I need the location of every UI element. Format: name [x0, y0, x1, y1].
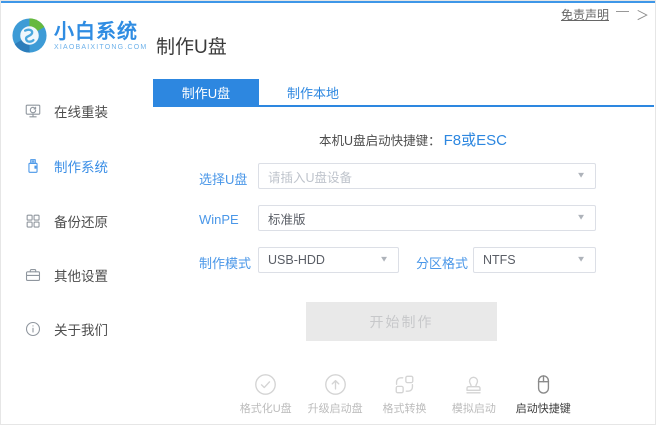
boot-hotkey-notice: 本机U盘启动快捷键： F8或ESC: [173, 128, 653, 150]
brand-name: 小白系统: [54, 20, 138, 43]
partition-select[interactable]: NTFS ▼: [473, 247, 596, 273]
action-simulate-boot[interactable]: 模拟启动: [439, 373, 508, 416]
stamp-icon: [466, 376, 482, 394]
action-label: 启动快捷键: [515, 403, 571, 415]
info-circle-icon: [25, 321, 41, 337]
chevron-down-icon: ▼: [576, 213, 586, 222]
usb-select-placeholder: 请插入U盘设备: [268, 170, 353, 185]
top-accent-bar: [1, 1, 655, 3]
sidebar-item-label: 备份还原: [54, 215, 108, 230]
boot-hotkey-label: 本机U盘启动快捷键：: [319, 133, 441, 148]
monitor-reinstall-icon: [25, 104, 41, 118]
action-format-usb[interactable]: 格式化U盘: [231, 373, 300, 416]
partition-select-value: NTFS: [483, 253, 516, 267]
start-make-button[interactable]: 开始制作: [306, 302, 497, 341]
mode-select-value: USB-HDD: [268, 253, 325, 267]
mouse-icon: [537, 375, 549, 394]
brand-domain: XIAOBAIXITONG.COM: [54, 43, 148, 51]
format-convert-icon: [395, 375, 414, 394]
chevron-down-icon: ▼: [379, 255, 389, 264]
page-title: 制作U盘: [156, 37, 227, 58]
winpe-select-value: 标准版: [268, 212, 306, 227]
action-upgrade-boot-disk[interactable]: 升级启动盘: [300, 373, 369, 416]
sidebar-item-make-system[interactable]: 制作系统: [24, 156, 108, 176]
collapse-chevron-button[interactable]: ＞: [636, 5, 649, 24]
swirl-globe-icon: [12, 18, 47, 53]
sidebar-item-other-settings[interactable]: 其他设置: [24, 265, 108, 285]
briefcase-icon: [25, 269, 41, 281]
check-circle-icon: [255, 374, 277, 395]
boot-hotkey-value: F8或ESC: [443, 131, 507, 149]
disclaimer-link[interactable]: 免责声明: [561, 6, 609, 23]
usb-select-label: 选择U盘: [199, 172, 248, 187]
sidebar-item-label: 关于我们: [54, 323, 108, 338]
winpe-select-label: WinPE: [199, 212, 239, 227]
sidebar-item-label: 在线重装: [54, 105, 108, 120]
tab-underline: [153, 105, 654, 107]
sidebar-item-label: 制作系统: [54, 160, 108, 175]
minimize-button[interactable]: —: [616, 3, 629, 18]
grid-squares-icon: [26, 214, 40, 228]
action-format-convert[interactable]: 格式转换: [370, 373, 439, 416]
arrow-up-circle-icon: [324, 374, 346, 395]
usb-drive-icon: [28, 159, 38, 173]
brand-text: 小白系统 XIAOBAIXITONG.COM: [54, 21, 147, 51]
action-label: 格式转换: [382, 403, 427, 415]
chevron-down-icon: ▼: [576, 255, 586, 264]
sidebar-item-about-us[interactable]: 关于我们: [24, 319, 108, 339]
app-window: 免责声明 — ＞ 小白系统 XIAOBAIXITONG.COM 制作U盘 在线重…: [0, 0, 656, 425]
action-boot-hotkey[interactable]: 启动快捷键: [509, 373, 578, 416]
mode-select[interactable]: USB-HDD ▼: [258, 247, 399, 273]
tab-make-usb[interactable]: 制作U盘: [153, 79, 259, 105]
action-label: 模拟启动: [451, 403, 496, 415]
brand-logo: 小白系统 XIAOBAIXITONG.COM: [10, 16, 147, 55]
action-label: 升级启动盘: [307, 403, 363, 415]
action-label: 格式化U盘: [239, 403, 292, 415]
tab-make-local[interactable]: 制作本地: [259, 79, 367, 105]
partition-select-label: 分区格式: [416, 256, 469, 271]
winpe-select[interactable]: 标准版 ▼: [258, 205, 596, 231]
bottom-action-bar: 格式化U盘 升级启动盘 格式转换 模拟启动 启动快捷键: [231, 373, 578, 416]
chevron-down-icon: ▼: [576, 171, 586, 180]
sidebar-item-label: 其他设置: [54, 269, 108, 284]
mode-select-label: 制作模式: [199, 256, 252, 271]
sidebar-item-online-reinstall[interactable]: 在线重装: [24, 101, 108, 121]
usb-select[interactable]: 请插入U盘设备 ▼: [258, 163, 596, 189]
sidebar-item-backup-restore[interactable]: 备份还原: [24, 211, 108, 231]
